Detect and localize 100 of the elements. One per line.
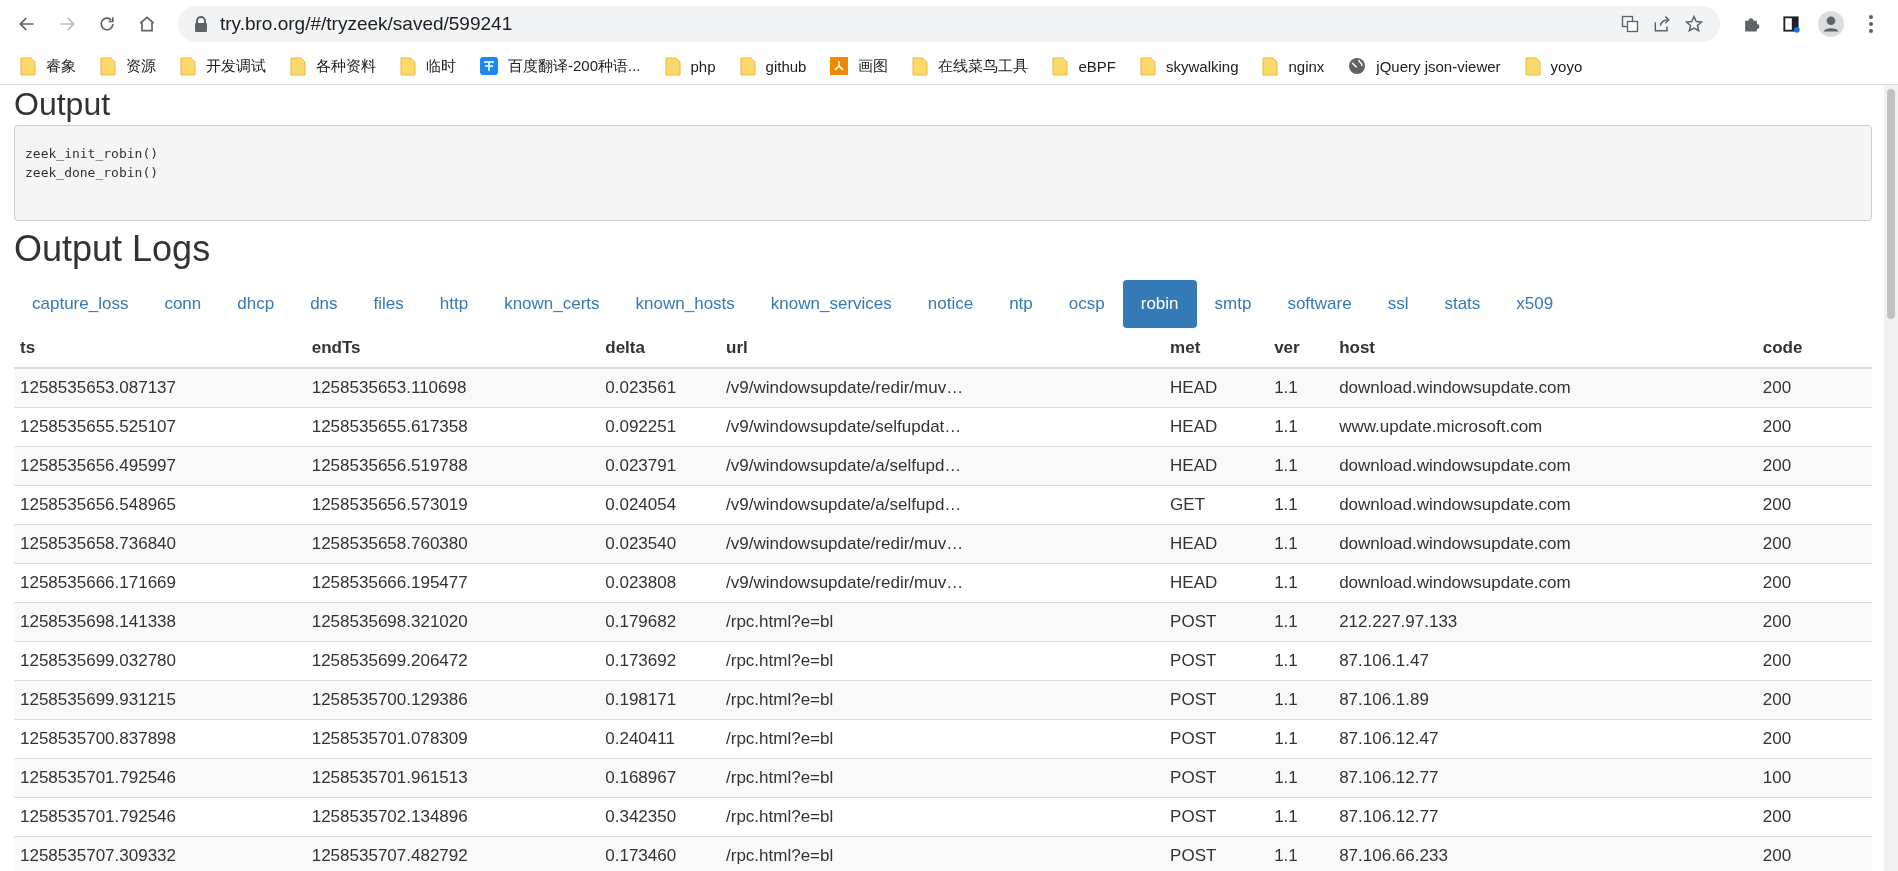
log-tab[interactable]: ntp [991,280,1051,328]
output-code-block: zeek_init_robin() zeek_done_robin() [14,125,1872,221]
folder-icon [20,56,36,76]
table-cell: download.windowsupdate.com [1333,446,1757,486]
table-cell: 0.092251 [599,407,721,447]
table-cell: 87.106.12.77 [1333,797,1757,837]
table-cell: /v9/windowsupdate/a/selfupd… [720,446,1165,486]
bookmark[interactable]: 资源 [90,52,166,80]
diagram-icon [830,57,849,75]
table-cell: /rpc.html?e=bl [720,680,1165,720]
table-cell: POST [1164,680,1269,720]
table-cell: 1.1 [1268,524,1334,564]
bookmark[interactable]: jQuery json-viewer [1338,53,1511,79]
table-cell: /rpc.html?e=bl [720,797,1165,837]
table-cell: 200 [1756,719,1872,759]
table-cell: 1.1 [1268,563,1334,603]
scrollbar-track[interactable] [1884,85,1898,871]
log-tab[interactable]: known_hosts [617,280,753,328]
section-heading: Output Logs [14,229,212,269]
table-cell: /rpc.html?e=bl [720,836,1165,871]
log-tab[interactable]: software [1269,280,1370,328]
address-bar[interactable]: try.bro.org/#/tryzeek/saved/599241 [178,6,1720,42]
bookmark[interactable]: skywalking [1129,52,1249,80]
url-text: try.bro.org/#/tryzeek/saved/599241 [220,13,514,35]
bookmark[interactable]: yoyo [1514,52,1593,80]
bookmark[interactable]: 睿象 [10,52,86,80]
table-cell: 1.1 [1268,719,1334,759]
log-tab[interactable]: stats [1426,280,1499,328]
table-cell: 1.1 [1268,758,1334,798]
table-cell: 1258535707.309332 [14,836,306,871]
bookmark[interactable]: 各种资料 [280,52,386,80]
table-cell: 1.1 [1268,368,1334,408]
folder-icon [1139,56,1156,76]
lock-icon [194,16,208,32]
log-tab[interactable]: smtp [1196,280,1270,328]
table-cell: POST [1164,719,1269,759]
table-cell: 1258535653.110698 [305,368,600,408]
table-cell: 0.179682 [599,602,721,642]
section-heading: Output [14,85,111,123]
table-cell: GET [1164,485,1269,525]
table-cell: 1258535701.792546 [14,758,306,798]
bookmark[interactable]: 在线菜鸟工具 [902,52,1039,80]
table-cell: /v9/windowsupdate/redir/muv… [720,524,1165,564]
bookmark[interactable]: 百度翻译-200种语... [470,52,651,80]
log-tab[interactable]: ssl [1369,280,1427,328]
table-cell: 0.023540 [599,524,721,564]
table-cell: 0.168967 [599,758,721,798]
table-cell: 200 [1756,836,1872,871]
bookmark[interactable]: nginx [1252,52,1335,80]
table-cell: 0.024054 [599,485,721,525]
table-cell: /v9/windowsupdate/selfupdat… [720,407,1165,447]
folder-icon [1524,56,1541,76]
folder-icon [664,56,681,76]
log-tab[interactable]: dns [292,280,356,328]
log-tab[interactable]: files [355,280,422,328]
table-cell: 87.106.12.77 [1333,758,1757,798]
table-cell: 87.106.12.47 [1333,719,1757,759]
table-cell: 0.342350 [599,797,721,837]
share-icon [1652,14,1672,34]
bookmark[interactable]: 临时 [390,52,466,80]
table-cell: 1258535707.482792 [305,836,600,871]
log-tab[interactable]: dhcp [219,280,293,328]
table-cell: POST [1164,797,1269,837]
log-tab[interactable]: conn [146,280,220,328]
table-cell: POST [1164,641,1269,681]
table-cell: 0.198171 [599,680,721,720]
menu-icon [1868,14,1874,34]
table-cell: 1258535698.321020 [305,602,600,642]
table-cell: /v9/windowsupdate/redir/muv… [720,368,1165,408]
bookmark[interactable]: github [729,52,817,80]
log-tab[interactable]: http [421,280,487,328]
table-cell: 200 [1756,407,1872,447]
table-cell: 1258535701.792546 [14,797,306,837]
table-cell: 1258535655.525107 [14,407,306,447]
log-tab[interactable]: notice [909,280,992,328]
table-cell: download.windowsupdate.com [1333,563,1757,603]
table-cell: 1.1 [1268,641,1334,681]
table-cell: 1258535658.760380 [305,524,600,564]
table-cell: 1.1 [1268,446,1334,486]
table-cell: HEAD [1164,407,1269,447]
log-tab[interactable]: known_services [752,280,910,328]
table-cell: 1.1 [1268,680,1334,720]
bookmark[interactable]: 画图 [820,52,899,80]
log-tab[interactable]: x509 [1498,280,1572,328]
bookmark[interactable]: eBPF [1042,52,1126,80]
table-cell: 0.023561 [599,368,721,408]
table-cell: 200 [1756,797,1872,837]
log-tab[interactable]: capture_loss [14,280,147,328]
table-cell: 200 [1756,485,1872,525]
scrollbar-thumb[interactable] [1887,89,1895,319]
table-cell: 1258535656.519788 [305,446,600,486]
log-tab[interactable]: ocsp [1050,280,1123,328]
log-tab[interactable]: robin [1122,280,1197,328]
table-cell: download.windowsupdate.com [1333,524,1757,564]
bookmark[interactable]: 开发调试 [170,52,276,80]
bookmark[interactable]: php [654,52,726,80]
log-tab[interactable]: known_certs [486,280,618,328]
table-cell: 1258535700.129386 [305,680,600,720]
table-cell: 1258535702.134896 [305,797,600,837]
table-cell: 1258535658.736840 [14,524,306,564]
